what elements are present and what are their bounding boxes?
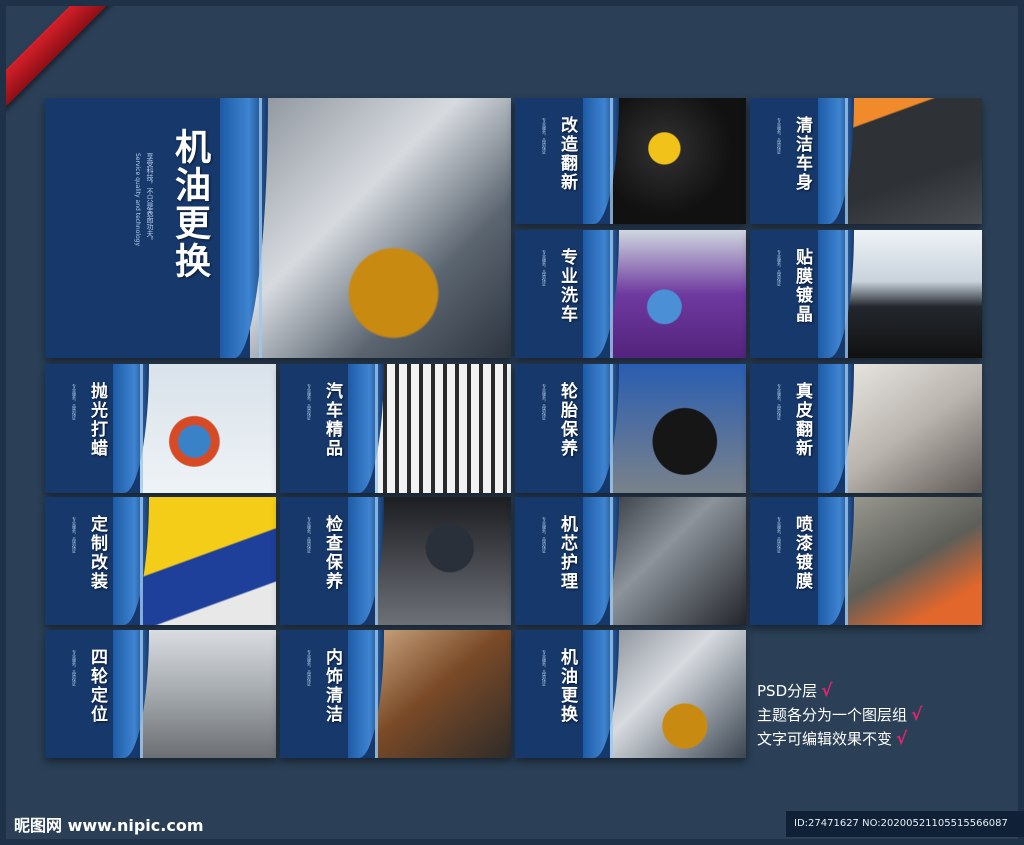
panel-car-cleaning: 清洁车身 专业服务，品质保证 [750, 98, 982, 224]
leather-seat-photo [845, 364, 982, 493]
panel-subtitle: 专业服务，品质保证 [307, 517, 312, 553]
panel-title: 定制改装 [87, 515, 107, 591]
panel-title: 清洁车身 [792, 116, 812, 192]
note-row: 主题各分为一个图层组 √ [757, 703, 922, 727]
check-icon: √ [896, 729, 908, 749]
panel-subtitle: 专业服务，品质保证 [777, 517, 782, 553]
panel-title: 四轮定位 [87, 648, 107, 724]
panel-subtitle: 专业服务，品质保证 [307, 650, 312, 686]
panel-title: 机油更换 [557, 648, 577, 724]
garage-lift-photo [140, 630, 276, 758]
panel-film-coating: 贴膜镀晶 专业服务，品质保证 [750, 230, 982, 358]
film-application-photo [845, 230, 982, 358]
panel-wheel-align: 四轮定位 专业服务，品质保证 [45, 630, 276, 758]
panel-title: 抛光打蜡 [87, 382, 107, 458]
car-wash-photo [610, 230, 746, 358]
dashboard-cleaning-photo [845, 98, 982, 224]
panel-leather-renew: 真皮翻新 专业服务，品质保证 [750, 364, 982, 493]
panel-title: 改造翻新 [557, 116, 577, 192]
car-interior-photo [375, 630, 511, 758]
panel-english-line: Service quality and technology [134, 153, 141, 247]
note-text: PSD分层 [757, 682, 818, 700]
panel-subtitle: 专业服务，品质保证 [777, 118, 782, 154]
race-car-photo [140, 497, 276, 625]
panel-subtitle: 专业服务，品质保证 [542, 517, 547, 553]
panel-subtitle: 专业服务，品质保证 [542, 250, 547, 286]
panel-subtitle: 专业服务，品质保证 [777, 250, 782, 286]
panel-remodel: 改造翻新 专业服务，品质保证 [515, 98, 746, 224]
panel-title: 专业洗车 [557, 248, 577, 324]
panel-pro-wash: 专业洗车 专业服务，品质保证 [515, 230, 746, 358]
panel-title: 检查保养 [322, 515, 342, 591]
panel-car-products: 汽车精品 专业服务，品质保证 [280, 364, 511, 493]
panel-title: 汽车精品 [322, 382, 342, 458]
note-text: 文字可编辑效果不变 [757, 730, 893, 748]
oil-pour-photo [250, 98, 511, 358]
oil-pour-photo [610, 630, 746, 758]
panel-title: 轮胎保养 [557, 382, 577, 458]
panel-interior-clean: 内饰清洁 专业服务，品质保证 [280, 630, 511, 758]
panel-subtitle: 专业服务，品质保证 [542, 118, 547, 154]
note-text: 主题各分为一个图层组 [757, 706, 908, 724]
panel-subtitle: 专业服务，品质保证 [307, 384, 312, 420]
panel-subtitle: 享受科技，不只是表面功夫。 [146, 153, 154, 244]
polisher-photo [140, 364, 276, 493]
shop-shelf-photo [375, 364, 511, 493]
panel-inspection: 检查保养 专业服务，品质保证 [280, 497, 511, 625]
panel-subtitle: 专业服务，品质保证 [542, 650, 547, 686]
panel-tire-care: 轮胎保养 专业服务，品质保证 [515, 364, 746, 493]
laptop-diagnosis-photo [375, 497, 511, 625]
panel-title: 机油更换 [169, 128, 210, 280]
blue-curve [220, 98, 268, 358]
panel-subtitle: 专业服务，品质保证 [542, 384, 547, 420]
panel-subtitle: 专业服务，品质保证 [72, 384, 77, 420]
panel-title: 喷漆镀膜 [792, 515, 812, 591]
engine-bay-photo [610, 497, 746, 625]
panel-title: 贴膜镀晶 [792, 248, 812, 324]
panel-engine-care: 机芯护理 专业服务，品质保证 [515, 497, 746, 625]
panel-title: 机芯护理 [557, 515, 577, 591]
panel-oil-change-small: 机油更换 专业服务，品质保证 [515, 630, 746, 758]
image-id-tag: ID:27471627 NO:20200521105515566087 [786, 811, 1024, 837]
polishing-photo [610, 98, 746, 224]
feature-notes: PSD分层 √ 主题各分为一个图层组 √ 文字可编辑效果不变 √ [757, 679, 922, 751]
note-row: 文字可编辑效果不变 √ [757, 727, 922, 751]
panel-custom-mod: 定制改装 专业服务，品质保证 [45, 497, 276, 625]
panel-spray-coating: 喷漆镀膜 专业服务，品质保证 [750, 497, 982, 625]
panel-title: 内饰清洁 [322, 648, 342, 724]
panel-title: 真皮翻新 [792, 382, 812, 458]
tire-photo [610, 364, 746, 493]
note-row: PSD分层 √ [757, 679, 922, 703]
spray-painting-photo [845, 497, 982, 625]
panel-oil-change-large: 机油更换 享受科技，不只是表面功夫。 Service quality and t… [45, 98, 511, 358]
site-logo: 昵图网 www.nipic.com [14, 816, 204, 835]
check-icon: √ [911, 705, 923, 725]
panel-subtitle: 专业服务，品质保证 [72, 650, 77, 686]
panel-subtitle: 专业服务，品质保证 [72, 517, 77, 553]
panel-subtitle: 专业服务，品质保证 [777, 384, 782, 420]
panel-polish-wax: 抛光打蜡 专业服务，品质保证 [45, 364, 276, 493]
check-icon: √ [821, 681, 833, 701]
